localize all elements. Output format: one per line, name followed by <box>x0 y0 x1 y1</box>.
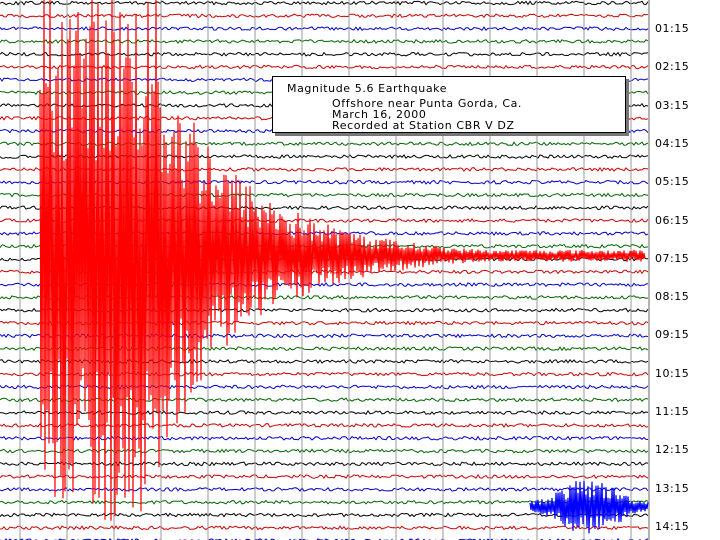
hour-label: 09:15 <box>655 328 690 342</box>
trace-row <box>0 384 649 390</box>
trace-row <box>0 409 649 416</box>
trace-row <box>0 26 649 32</box>
hour-label: 14:15 <box>655 519 690 533</box>
trace-row <box>0 371 649 377</box>
hour-label: 13:15 <box>655 481 690 495</box>
trace-row <box>0 64 649 70</box>
chart-title: Magnitude 5.6 Earthquake <box>287 82 448 95</box>
hour-label: 02:15 <box>655 60 690 74</box>
trace-row <box>0 51 649 57</box>
event-info-box: Magnitude 5.6 Earthquake Offshore near P… <box>272 76 626 133</box>
trace-row <box>0 13 649 19</box>
hour-label: 08:15 <box>655 290 690 304</box>
trace-row <box>0 525 649 531</box>
hour-label: 10:15 <box>655 366 690 380</box>
trace-row <box>0 461 649 467</box>
trace-row <box>0 397 649 403</box>
hour-label: 04:15 <box>655 136 690 150</box>
hour-label: 01:15 <box>655 22 690 35</box>
trace-row <box>0 435 649 441</box>
trace-row <box>0 473 649 480</box>
hour-label: 06:15 <box>655 213 690 227</box>
trace-row <box>0 422 649 429</box>
hour-label: 07:15 <box>655 251 690 265</box>
hour-label: 12:15 <box>655 443 690 457</box>
trace-row <box>0 499 649 505</box>
hour-label: 11:15 <box>655 405 690 418</box>
trace-row <box>0 38 649 44</box>
event-station: Recorded at Station CBR V DZ <box>332 119 515 132</box>
hour-label: 03:15 <box>655 98 690 112</box>
hour-label: 05:15 <box>655 175 690 189</box>
trace-row <box>0 486 649 492</box>
trace-row <box>0 448 649 454</box>
trace-row <box>0 0 649 6</box>
